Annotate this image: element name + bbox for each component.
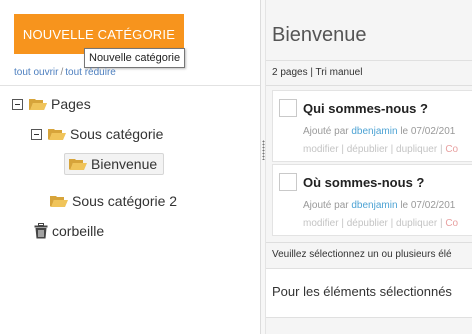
meta-prefix: Ajouté par — [303, 200, 349, 211]
pages-panel: Bienvenue 2 pages | Tri manuel Qui somme… — [266, 0, 472, 334]
page-card-actions[interactable]: modifier | dépublier | dupliquer | Co — [303, 144, 458, 155]
page-card-title[interactable]: Où sommes-nous ? — [303, 175, 424, 190]
tree-node-bienvenue[interactable]: Bienvenue — [64, 153, 165, 175]
tree-node-trash[interactable]: corbeille — [34, 223, 104, 239]
page-title: Bienvenue — [272, 24, 367, 46]
folder-icon — [48, 128, 66, 140]
divider — [0, 85, 260, 86]
grip-icon — [262, 140, 265, 160]
category-panel: NOUVELLE CATÉGORIE Nouvelle catégorie to… — [0, 0, 260, 334]
collapse-all-link[interactable]: tout réduire — [65, 67, 116, 78]
meta-prefix: Ajouté par — [303, 126, 349, 137]
tree-node-label: Pages — [51, 96, 91, 112]
card-actions[interactable]: modifier | dépublier | dupliquer | — [303, 144, 443, 155]
open-all-link[interactable]: tout ouvrir — [14, 67, 58, 78]
tree-node-label: Sous catégorie 2 — [72, 193, 178, 209]
checkbox-icon[interactable] — [279, 173, 297, 191]
tree-node-pages[interactable]: Pages — [12, 96, 91, 112]
page-card-meta: Ajouté par dbenjamin le 07/02/201 — [303, 200, 455, 211]
card-action-partial[interactable]: Co — [445, 144, 458, 155]
card-action-partial[interactable]: Co — [445, 218, 458, 229]
page-card-title[interactable]: Qui sommes-nous ? — [303, 101, 428, 116]
card-actions[interactable]: modifier | dépublier | dupliquer | — [303, 218, 443, 229]
meta-date: le 07/02/201 — [400, 126, 456, 137]
minus-toggle-icon[interactable] — [31, 128, 42, 140]
author-link[interactable]: dbenjamin — [351, 200, 397, 211]
divider — [266, 85, 472, 86]
divider — [266, 242, 472, 243]
tree-node-label: Sous catégorie — [70, 126, 164, 142]
bulk-actions-label: Pour les éléments sélectionnés — [272, 284, 452, 299]
page-count: 2 pages | Tri manuel — [272, 67, 363, 78]
separator: / — [60, 67, 64, 78]
page-card: Où sommes-nous ? Ajouté par dbenjamin le… — [272, 164, 472, 236]
tooltip: Nouvelle catégorie — [84, 48, 186, 68]
folder-icon — [29, 98, 47, 110]
page-card-actions[interactable]: modifier | dépublier | dupliquer | Co — [303, 218, 458, 229]
folder-icon — [50, 195, 68, 207]
page-card-meta: Ajouté par dbenjamin le 07/02/201 — [303, 126, 455, 137]
minus-toggle-icon[interactable] — [12, 98, 23, 110]
tree-node-sous-categorie[interactable]: Sous catégorie — [31, 126, 163, 142]
selection-notice: Veuillez sélectionnez un ou plusieurs él… — [272, 249, 452, 260]
divider — [266, 60, 472, 61]
folder-icon — [69, 158, 87, 170]
checkbox-icon[interactable] — [279, 99, 297, 117]
tree-controls: tout ouvrir / tout réduire — [14, 67, 116, 78]
meta-date: le 07/02/201 — [400, 200, 456, 211]
tree-node-sous-categorie-2[interactable]: Sous catégorie 2 — [50, 193, 177, 209]
tree-node-label: Bienvenue — [91, 156, 158, 172]
author-link[interactable]: dbenjamin — [351, 126, 397, 137]
tree-node-label: corbeille — [52, 223, 105, 239]
page-card: Qui sommes-nous ? Ajouté par dbenjamin l… — [272, 90, 472, 162]
trash-icon — [34, 223, 48, 239]
